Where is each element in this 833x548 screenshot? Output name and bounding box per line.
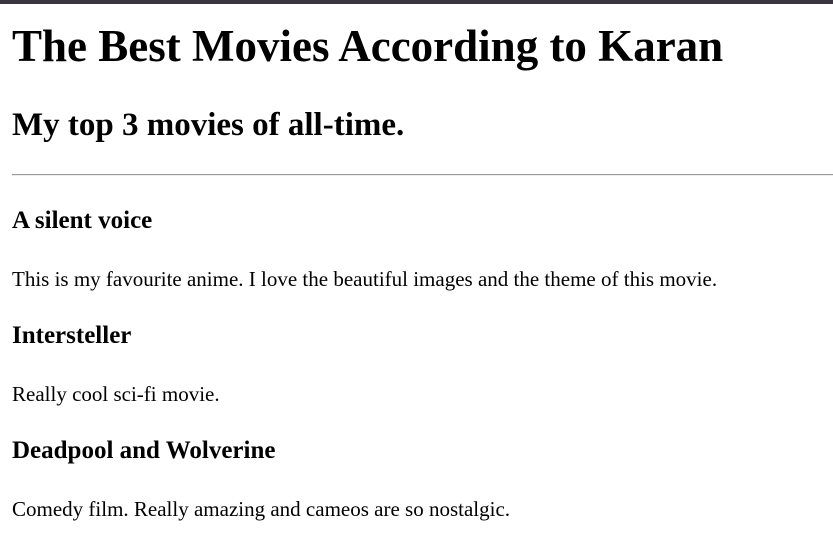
movie-description-1: This is my favourite anime. I love the b… (12, 267, 718, 291)
movie-title-1: A silent voice (12, 207, 153, 234)
movie-description-2: Really cool sci-fi movie. (12, 382, 220, 406)
movie-description-3: Comedy film. Really amazing and cameos a… (12, 497, 511, 521)
page-subtitle: My top 3 movies of all-time. (12, 107, 405, 143)
browser-top-edge (0, 0, 833, 4)
page-title: The Best Movies According to Karan (12, 21, 724, 71)
section-divider (12, 174, 833, 176)
movie-title-3: Deadpool and Wolverine (12, 437, 276, 464)
movie-title-2: Intersteller (12, 322, 132, 349)
